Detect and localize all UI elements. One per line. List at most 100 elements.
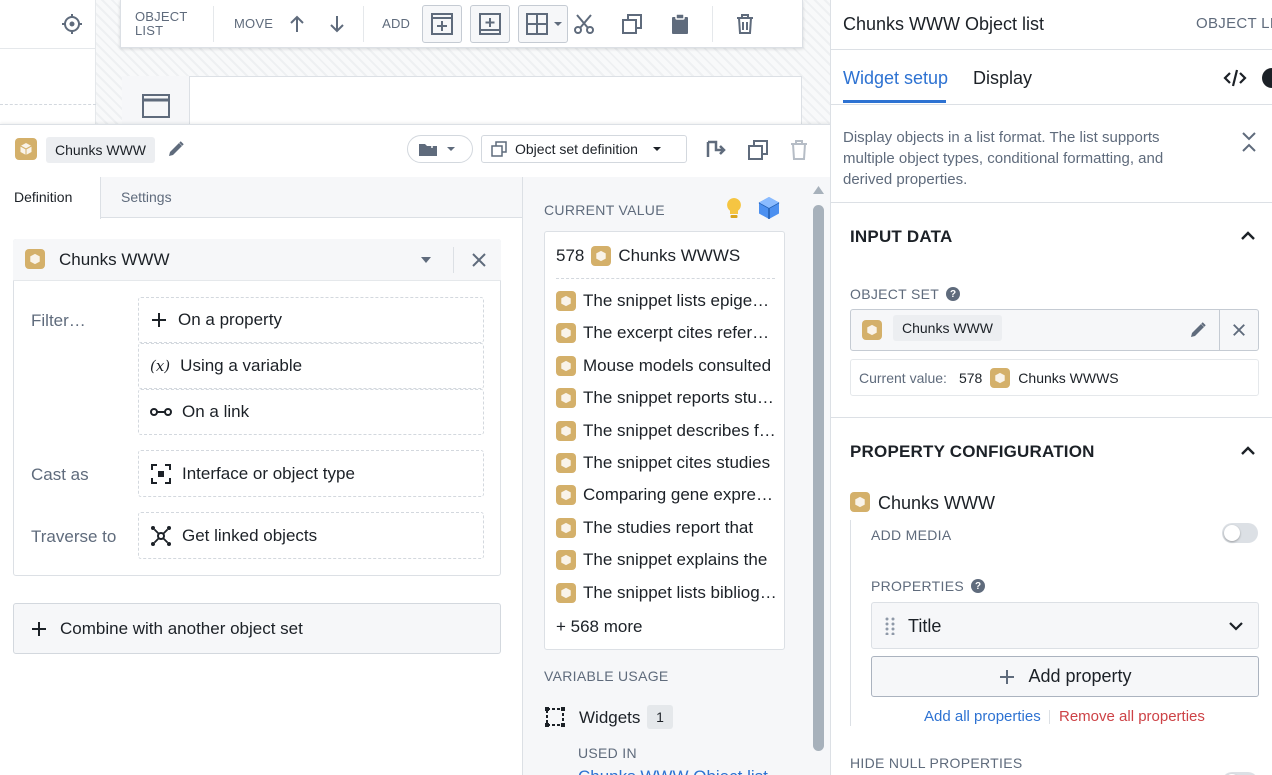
cube-icon — [561, 360, 571, 371]
list-item[interactable]: The snippet explains the — [556, 548, 778, 572]
object-type-icon — [556, 550, 576, 571]
list-item[interactable]: The studies report that — [556, 516, 778, 540]
clear-object-set-button[interactable] — [1232, 323, 1246, 337]
open-in-new-button[interactable] — [705, 138, 729, 162]
plus-icon — [1000, 669, 1015, 684]
move-down-button[interactable] — [317, 4, 357, 44]
graph-icon — [151, 525, 171, 546]
chevron-down-icon — [1229, 622, 1243, 631]
filter-on-property[interactable]: On a property — [138, 297, 484, 343]
crosshair-icon[interactable] — [58, 10, 86, 38]
duplicate-button[interactable] — [612, 4, 652, 44]
add-below-button[interactable] — [470, 4, 511, 43]
more-objects-link[interactable]: + 568 more — [556, 617, 642, 637]
collapse-description-button[interactable] — [1240, 131, 1258, 153]
cube-icon — [561, 457, 571, 469]
add-layout-dropdown[interactable] — [518, 4, 569, 43]
pencil-icon — [1191, 322, 1206, 337]
help-icon[interactable]: ? — [971, 579, 985, 593]
widgets-usage-icon — [544, 706, 566, 728]
rename-variable-button[interactable] — [166, 139, 186, 159]
current-value-list: 578 Chunks WWWS The snippet lists epigen… — [544, 231, 785, 650]
object-type-icon — [850, 492, 870, 512]
list-item[interactable]: The snippet lists bibliography — [556, 581, 778, 605]
input-data-section-title: INPUT DATA — [850, 227, 953, 246]
list-item[interactable]: Comparing gene expression — [556, 483, 778, 507]
filter-option-label: On a property — [178, 310, 282, 329]
code-view-button[interactable] — [1223, 68, 1247, 88]
divider — [0, 48, 96, 49]
list-item-title: The excerpt cites references — [583, 323, 778, 343]
paste-button[interactable] — [660, 4, 700, 44]
filter-option-label: Using a variable — [180, 356, 303, 375]
definition-type-select[interactable]: Object set definition — [481, 135, 687, 163]
lightbulb-icon[interactable] — [724, 197, 744, 219]
add-all-properties-link[interactable]: Add all properties — [924, 708, 1041, 725]
tab-widget-setup[interactable]: Widget setup — [843, 68, 948, 89]
edit-object-set-button[interactable] — [1188, 320, 1208, 340]
chevron-up-icon — [1241, 231, 1255, 240]
add-property-button[interactable]: Add property — [871, 656, 1259, 697]
caret-down-icon — [447, 147, 455, 151]
delete-widget-button[interactable] — [725, 4, 765, 44]
tab-settings[interactable]: Settings — [107, 177, 186, 218]
list-item[interactable]: Mouse models consulted — [556, 354, 778, 378]
cube-icon — [561, 587, 571, 598]
properties-caption: PROPERTIES — [871, 578, 964, 594]
cube-icon — [561, 295, 571, 307]
list-item-title: The snippet lists epigenetic studies — [583, 291, 778, 310]
tab-display[interactable]: Display — [973, 68, 1032, 89]
list-item[interactable]: The snippet cites studies — [556, 451, 778, 475]
variable-name-tag: Chunks WWW — [46, 137, 155, 163]
traverse-option-label: Get linked objects — [182, 525, 318, 545]
tab-definition[interactable]: Definition — [0, 177, 101, 219]
add-media-toggle[interactable] — [1222, 523, 1258, 543]
filter-on-link[interactable]: On a link — [138, 389, 484, 435]
cube-icon — [561, 490, 571, 501]
add-below-icon — [479, 12, 502, 35]
divider — [830, 417, 1272, 418]
object-type-selector[interactable]: Chunks WWW — [13, 239, 501, 281]
current-value-type: Chunks WWWS — [1018, 369, 1119, 386]
cast-as-interface-button[interactable]: Interface or object type — [138, 450, 484, 497]
object-set-input[interactable]: Chunks WWW — [850, 309, 1259, 351]
delete-variable-button[interactable] — [789, 139, 809, 161]
list-item-title: Mouse models consulted — [583, 355, 772, 375]
cut-button[interactable] — [564, 4, 604, 44]
duplicate-variable-button[interactable] — [747, 139, 769, 161]
variable-icon: (x) — [150, 357, 171, 375]
property-row-title[interactable]: Title — [871, 602, 1259, 649]
object-view-cube-icon[interactable] — [758, 196, 780, 220]
list-item[interactable]: The snippet lists epigenetic studies — [556, 289, 778, 313]
close-icon[interactable] — [471, 252, 487, 268]
add-above-button[interactable] — [422, 4, 463, 43]
scrollbar-thumb[interactable] — [813, 205, 824, 751]
list-item[interactable]: The snippet describes findings — [556, 419, 778, 443]
variable-folder-dropdown[interactable] — [407, 135, 473, 163]
used-in-widget-link[interactable]: Chunks WWW Object list — [578, 767, 768, 775]
scrollbar[interactable] — [812, 183, 825, 775]
list-item[interactable]: The excerpt cites references — [556, 321, 778, 345]
combine-object-set-button[interactable]: Combine with another object set — [13, 603, 501, 654]
filter-option-label: On a link — [182, 402, 250, 421]
filter-using-variable[interactable]: (x) Using a variable — [138, 343, 484, 389]
collapse-property-config-button[interactable] — [1240, 444, 1256, 456]
filter-label: Filter… — [31, 311, 86, 330]
active-tab-indicator — [843, 100, 946, 103]
property-config-section-title: PROPERTY CONFIGURATION — [850, 442, 1095, 461]
object-type-icon — [556, 291, 576, 311]
help-icon[interactable]: ? — [946, 287, 961, 301]
property-config-object-type: Chunks WWW — [878, 493, 995, 513]
remove-all-properties-link[interactable]: Remove all properties — [1059, 708, 1205, 725]
collapse-input-data-button[interactable] — [1240, 229, 1256, 241]
object-set-icon — [491, 141, 507, 157]
plus-icon — [32, 621, 46, 636]
clipboard-icon — [672, 12, 689, 34]
scissors-icon — [574, 13, 595, 34]
move-up-button[interactable] — [277, 4, 317, 44]
traverse-linked-objects-button[interactable]: Get linked objects — [138, 512, 484, 559]
duplicate-icon — [748, 140, 768, 160]
divider — [0, 104, 96, 105]
list-item[interactable]: The snippet reports studies — [556, 386, 778, 410]
object-set-caption: OBJECT SET — [850, 286, 940, 302]
